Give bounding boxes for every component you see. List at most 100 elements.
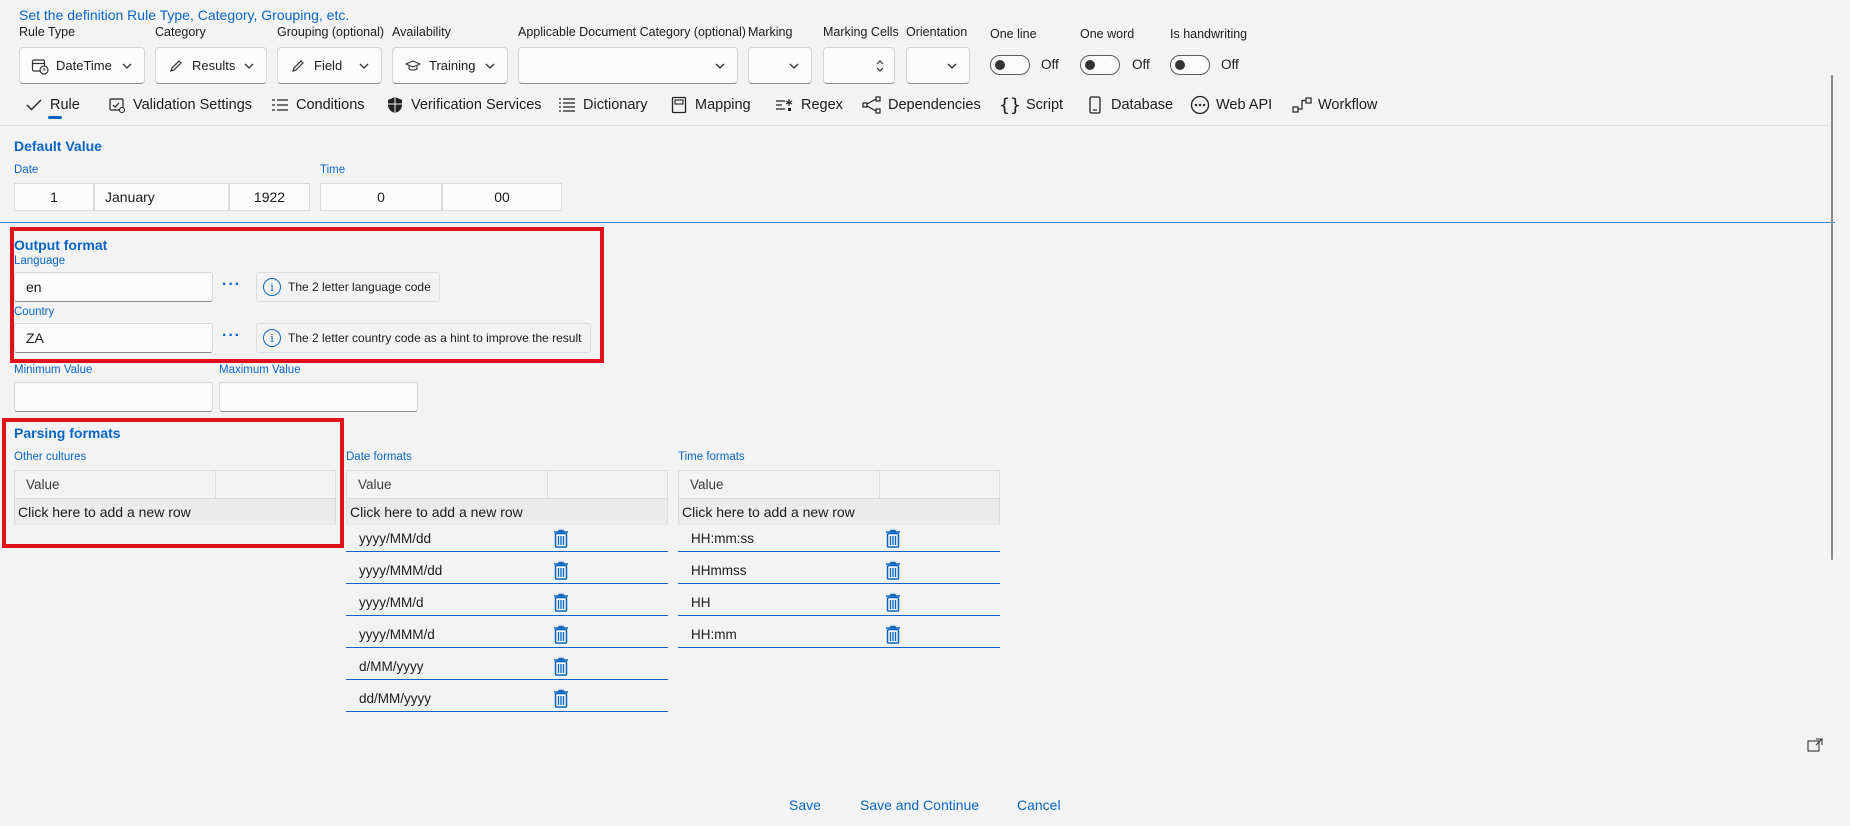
day-field[interactable]: 1: [14, 183, 94, 211]
cancel-button[interactable]: Cancel: [1017, 797, 1061, 813]
tab-database[interactable]: Database: [1085, 91, 1173, 119]
row-value[interactable]: yyyy/MM/d: [359, 595, 424, 610]
pencil-icon: [166, 58, 186, 74]
add-row-button[interactable]: Click here to add a new row: [678, 499, 1000, 525]
table-row[interactable]: HH: [678, 589, 1000, 616]
grid-header: Value: [678, 470, 1000, 499]
marking-cells-label: Marking Cells: [823, 25, 899, 39]
language-input[interactable]: en: [14, 272, 213, 302]
trash-icon[interactable]: [885, 593, 901, 612]
month-field[interactable]: January: [94, 183, 229, 211]
chevron-down-icon: [947, 63, 957, 69]
tab-web-api[interactable]: Web API: [1190, 91, 1272, 119]
row-value[interactable]: d/MM/yyyy: [359, 659, 424, 674]
trash-icon[interactable]: [885, 561, 901, 580]
column-divider: [215, 471, 216, 498]
table-row[interactable]: yyyy/MM/d: [346, 589, 668, 616]
trash-icon[interactable]: [553, 689, 569, 708]
trash-icon[interactable]: [885, 625, 901, 644]
marking-cells-stepper[interactable]: [823, 47, 895, 84]
row-value[interactable]: yyyy/MMM/dd: [359, 563, 442, 578]
trash-icon[interactable]: [553, 625, 569, 644]
table-row[interactable]: HHmmss: [678, 557, 1000, 584]
row-value[interactable]: HHmmss: [691, 563, 747, 578]
category-value: Results: [192, 58, 236, 73]
save-button[interactable]: Save: [789, 797, 821, 813]
bullet-list-icon: [557, 95, 577, 115]
category-select[interactable]: Results: [155, 47, 267, 84]
trash-icon[interactable]: [553, 561, 569, 580]
maximum-value-input[interactable]: [219, 382, 418, 412]
table-row[interactable]: yyyy/MMM/d: [346, 621, 668, 648]
trash-icon[interactable]: [553, 529, 569, 548]
tab-validation-settings[interactable]: Validation Settings: [107, 91, 252, 119]
value-column-header[interactable]: Value: [15, 471, 60, 498]
minute-field[interactable]: 00: [442, 183, 562, 211]
row-value[interactable]: dd/MM/yyyy: [359, 691, 431, 706]
is-handwriting-toggle[interactable]: [1170, 55, 1210, 75]
tab-dictionary[interactable]: Dictionary: [557, 91, 647, 119]
tab-workflow[interactable]: Workflow: [1292, 91, 1377, 119]
add-row-button[interactable]: Click here to add a new row: [346, 499, 668, 525]
tab-verification-services[interactable]: Verification Services: [385, 91, 542, 119]
grouping-select[interactable]: Field: [277, 47, 382, 84]
minimum-value-label: Minimum Value: [14, 364, 93, 376]
availability-label: Availability: [392, 25, 451, 39]
tab-label: Validation Settings: [133, 97, 253, 113]
tab-dependencies[interactable]: Dependencies: [862, 91, 981, 119]
country-label: Country: [14, 306, 55, 318]
tab-conditions[interactable]: Conditions: [270, 91, 365, 119]
orientation-select[interactable]: [906, 47, 970, 84]
country-input[interactable]: ZA: [14, 323, 213, 353]
row-value[interactable]: yyyy/MMM/d: [359, 627, 435, 642]
language-more-button[interactable]: ···: [222, 276, 241, 294]
tab-label: Verification Services: [411, 97, 542, 113]
hour-field[interactable]: 0: [320, 183, 442, 211]
row-value[interactable]: HH: [691, 595, 711, 610]
row-value[interactable]: yyyy/MM/dd: [359, 531, 431, 546]
table-row[interactable]: yyyy/MMM/dd: [346, 557, 668, 584]
info-icon: i: [263, 329, 281, 347]
list-icon: [270, 95, 290, 115]
tab-rule[interactable]: Rule: [24, 91, 80, 119]
one-line-toggle[interactable]: [990, 55, 1030, 75]
check-icon: [24, 95, 44, 115]
tab-script[interactable]: {} Script: [999, 91, 1063, 119]
expand-icon[interactable]: [1807, 738, 1823, 752]
rule-type-select[interactable]: DateTime: [19, 47, 145, 84]
table-row[interactable]: d/MM/yyyy: [346, 653, 668, 680]
section-divider: [0, 222, 1835, 223]
table-row[interactable]: HH:mm:ss: [678, 525, 1000, 552]
applicable-doc-category-select[interactable]: [518, 47, 738, 84]
book-icon: [669, 95, 689, 115]
tab-regex[interactable]: Regex: [775, 91, 843, 119]
maximum-value-label: Maximum Value: [219, 364, 301, 376]
trash-icon[interactable]: [553, 593, 569, 612]
trash-icon[interactable]: [553, 657, 569, 676]
marking-select[interactable]: [748, 47, 812, 84]
table-row[interactable]: HH:mm: [678, 621, 1000, 648]
year-field[interactable]: 1922: [229, 183, 310, 211]
table-row[interactable]: yyyy/MM/dd: [346, 525, 668, 552]
availability-select[interactable]: Training: [392, 47, 508, 84]
save-and-continue-button[interactable]: Save and Continue: [860, 797, 979, 813]
tab-label: Mapping: [695, 97, 751, 113]
spin-updown-icon[interactable]: [874, 57, 886, 75]
row-value[interactable]: HH:mm: [691, 627, 737, 642]
one-word-toggle[interactable]: [1080, 55, 1120, 75]
active-tab-indicator: [48, 116, 62, 119]
is-handwriting-label: Is handwriting: [1170, 27, 1248, 41]
value-column-header[interactable]: Value: [679, 471, 724, 498]
one-line-state: Off: [1041, 57, 1059, 72]
country-more-button[interactable]: ···: [222, 327, 241, 345]
add-row-button[interactable]: Click here to add a new row: [14, 499, 336, 525]
orientation-label: Orientation: [906, 25, 968, 39]
trash-icon[interactable]: [885, 529, 901, 548]
value-column-header[interactable]: Value: [347, 471, 392, 498]
minimum-value-input[interactable]: [14, 382, 213, 412]
tab-mapping[interactable]: Mapping: [669, 91, 751, 119]
vertical-scrollbar[interactable]: [1831, 75, 1833, 560]
table-row[interactable]: dd/MM/yyyy: [346, 685, 668, 712]
row-value[interactable]: HH:mm:ss: [691, 531, 754, 546]
validation-icon: [107, 95, 127, 115]
